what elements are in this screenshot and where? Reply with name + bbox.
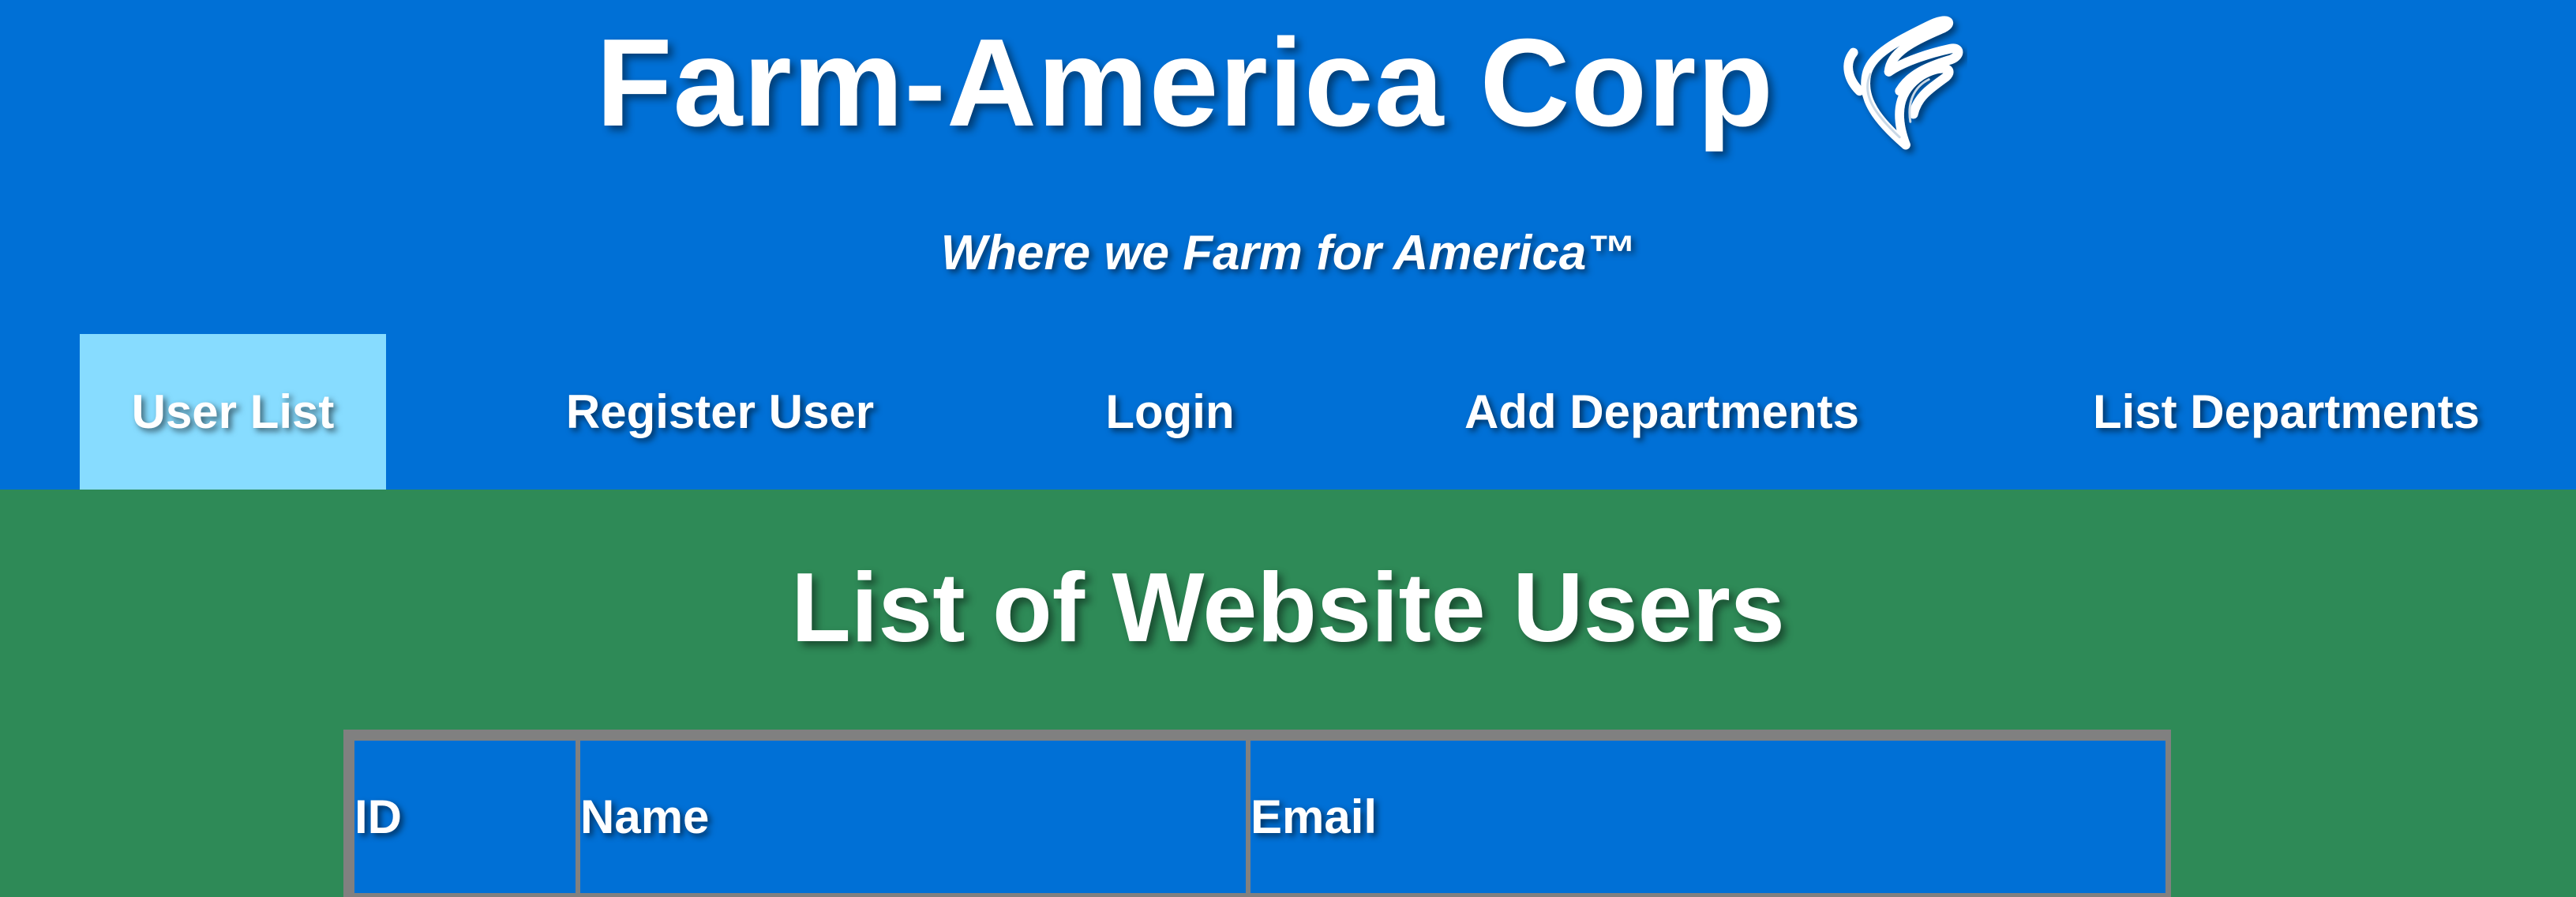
users-table: ID Name Email xyxy=(350,741,2170,893)
users-table-frame: ID Name Email xyxy=(343,730,2171,897)
column-header-name: Name xyxy=(580,741,1246,893)
column-header-email: Email xyxy=(1251,741,2165,893)
nav-item-list-departments[interactable]: List Departments xyxy=(2073,334,2499,490)
site-title: Farm-America Corp xyxy=(596,13,1775,152)
wheat-leaf-icon xyxy=(1813,6,1967,160)
brand-banner: Farm-America Corp xyxy=(0,0,2576,166)
nav-item-user-list[interactable]: User List xyxy=(80,334,386,490)
column-header-id: ID xyxy=(354,741,576,893)
site-tagline: Where we Farm for America™ xyxy=(940,226,1636,280)
table-header-row: ID Name Email xyxy=(354,741,2165,893)
page-title: List of Website Users xyxy=(791,554,1785,662)
nav-item-register-user[interactable]: Register User xyxy=(531,334,909,490)
nav-item-add-departments[interactable]: Add Departments xyxy=(1433,334,1891,490)
nav-item-login[interactable]: Login xyxy=(1075,334,1265,490)
main-nav: User List Register User Login Add Depart… xyxy=(0,334,2576,490)
site-header: Farm-America Corp Where we Farm for Amer… xyxy=(0,0,2576,490)
